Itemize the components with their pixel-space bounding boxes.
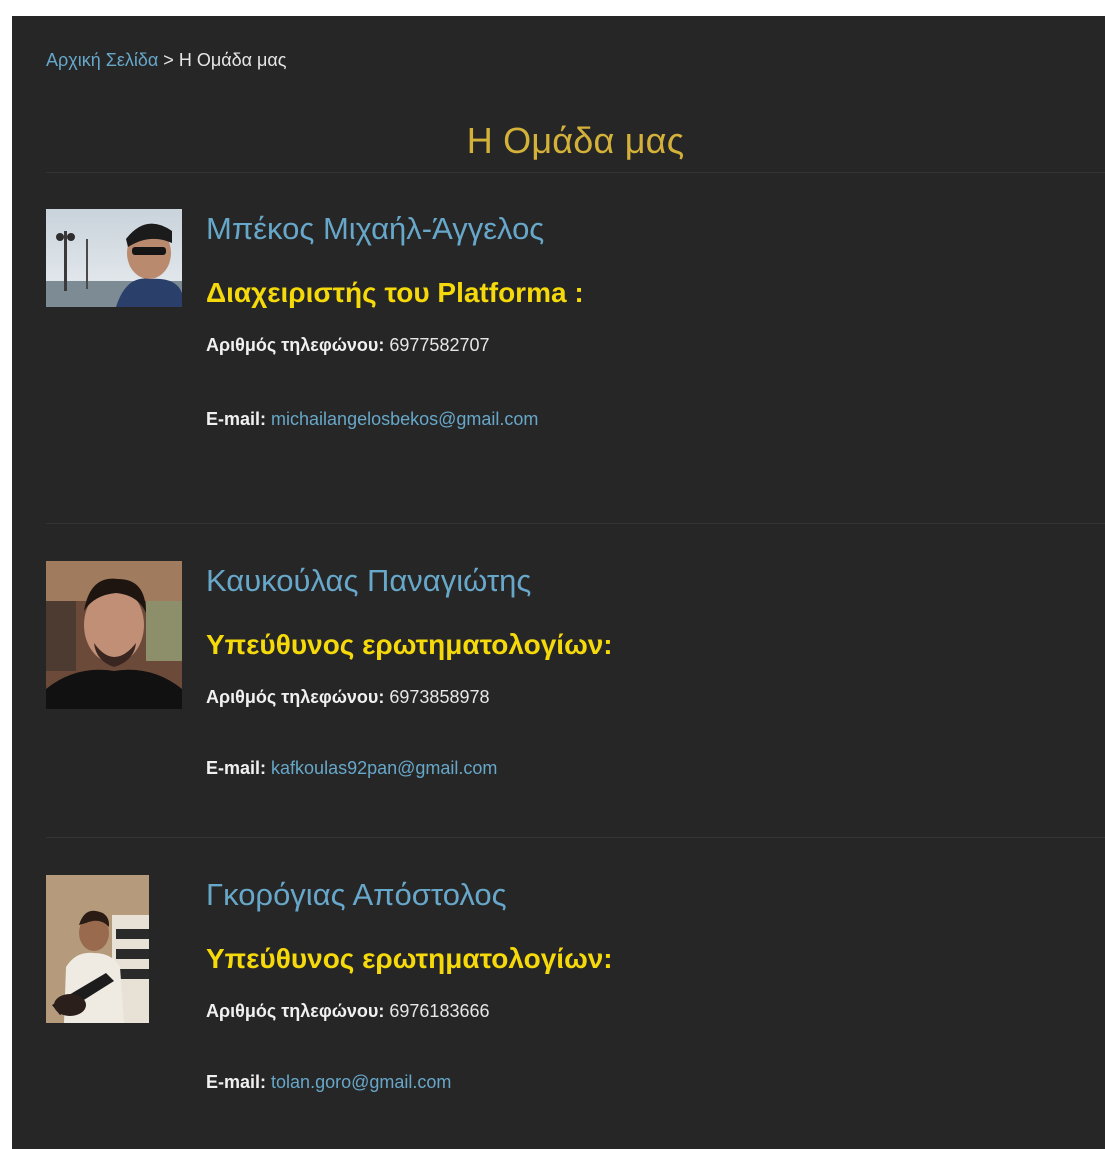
divider	[46, 837, 1105, 838]
member-info: Γκορόγιας Απόστολος Υπεύθυνος ερωτηματολ…	[206, 875, 613, 1094]
member-phone: Αριθμός τηλεφώνου: 6976183666	[206, 999, 613, 1023]
email-link[interactable]: michailangelosbekos@gmail.com	[271, 409, 538, 429]
member-email: E-mail: kafkoulas92pan@gmail.com	[206, 756, 613, 780]
member-role: Υπεύθυνος ερωτηματολογίων:	[206, 943, 613, 974]
member-photo	[46, 209, 182, 307]
email-link[interactable]: tolan.goro@gmail.com	[271, 1072, 451, 1092]
email-label: E-mail:	[206, 1072, 267, 1092]
phone-label: Αριθμός τηλεφώνου:	[206, 335, 385, 355]
member-role: Υπεύθυνος ερωτηματολογίων:	[206, 629, 613, 660]
member-email: E-mail: tolan.goro@gmail.com	[206, 1070, 613, 1094]
breadcrumb-current: Η Ομάδα μας	[178, 50, 287, 70]
email-label: E-mail:	[206, 409, 267, 429]
member-name: Γκορόγιας Απόστολος	[206, 877, 507, 912]
page-title: Η Ομάδα μας	[466, 120, 685, 161]
divider	[46, 523, 1105, 524]
breadcrumb-home-link[interactable]: Αρχική Σελίδα	[46, 50, 158, 70]
member-info: Καυκούλας Παναγιώτης Υπεύθυνος ερωτηματο…	[206, 561, 613, 780]
phone-label: Αριθμός τηλεφώνου:	[206, 687, 385, 707]
member-email: E-mail: michailangelosbekos@gmail.com	[206, 407, 584, 431]
member-role: Διαχειριστής του Platforma :	[206, 277, 584, 308]
member-name: Καυκούλας Παναγιώτης	[206, 563, 532, 598]
phone-value: 6976183666	[389, 1001, 490, 1021]
member-phone: Αριθμός τηλεφώνου: 6977582707	[206, 333, 584, 357]
phone-value: 6973858978	[389, 687, 490, 707]
phone-label: Αριθμός τηλεφώνου:	[206, 1001, 385, 1021]
member-name: Μπέκος Μιχαήλ-Άγγελος	[206, 211, 545, 246]
member-photo	[46, 561, 182, 709]
breadcrumb-separator: >	[163, 50, 174, 70]
phone-value: 6977582707	[389, 335, 490, 355]
divider	[46, 172, 1105, 173]
email-link[interactable]: kafkoulas92pan@gmail.com	[271, 758, 497, 778]
breadcrumb: Αρχική Σελίδα > Η Ομάδα μας	[46, 50, 287, 71]
member-info: Μπέκος Μιχαήλ-Άγγελος Διαχειριστής του P…	[206, 209, 584, 431]
page: Αρχική Σελίδα > Η Ομάδα μας Η Ομάδα μας	[12, 16, 1105, 1149]
member-photo	[46, 875, 149, 1023]
member-phone: Αριθμός τηλεφώνου: 6973858978	[206, 685, 613, 709]
email-label: E-mail:	[206, 758, 267, 778]
